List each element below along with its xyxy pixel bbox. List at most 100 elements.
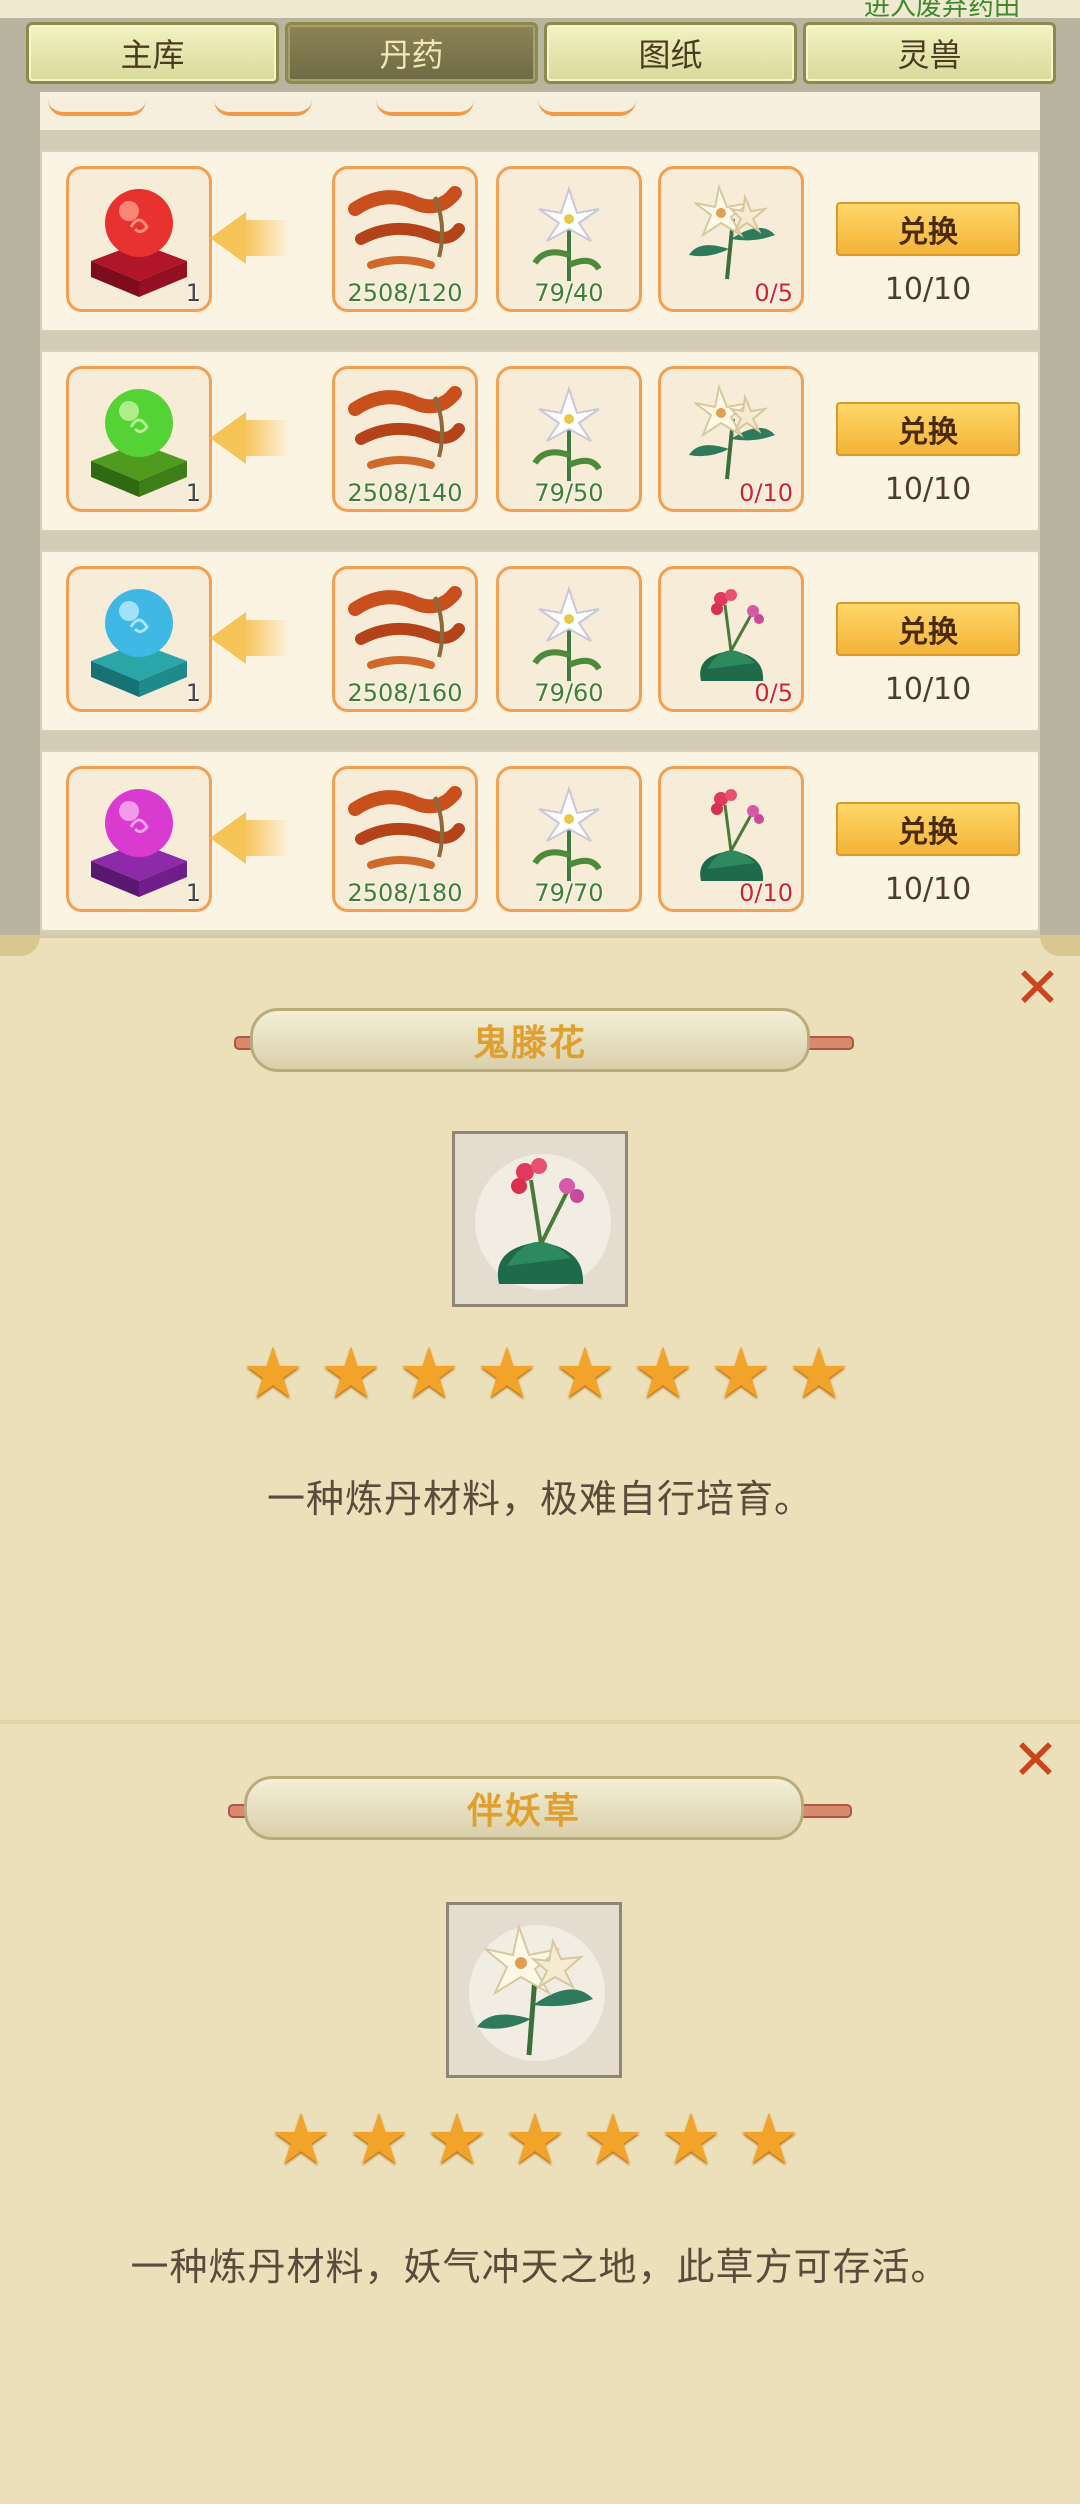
exchange-limit: 10/10: [884, 672, 972, 707]
white-lily-icon: [532, 185, 602, 281]
reward-count: 1: [185, 879, 201, 907]
cost-qty: 79/60: [534, 679, 604, 707]
arrow-left-icon: [210, 812, 246, 864]
star-icon: ★: [503, 2098, 567, 2180]
cost-slot[interactable]: 2508/180: [332, 766, 478, 912]
cost-qty-short: 0/5: [754, 279, 793, 307]
exchange-shop-panel: 进入废弃药田 主库 丹药 图纸 灵兽 1 2508/120 79/40 0/5 …: [0, 0, 1080, 935]
slot-edge: [48, 100, 146, 116]
white-lily-icon: [532, 585, 602, 681]
cost-slot[interactable]: 79/70: [496, 766, 642, 912]
cost-qty: 2508/140: [347, 479, 463, 507]
arrow-tail: [244, 620, 290, 656]
tab-pills[interactable]: 丹药: [285, 22, 538, 84]
banyao-herb-icon: [689, 383, 775, 480]
exchange-button[interactable]: 兑换: [836, 602, 1020, 656]
star-icon: ★: [631, 1332, 695, 1414]
cost-qty-short: 0/10: [739, 879, 793, 907]
cost-qty: 79/70: [534, 879, 604, 907]
exchange-limit: 10/10: [884, 872, 972, 907]
item-description: 一种炼丹材料，妖气冲天之地，此草方可存活。: [130, 2245, 950, 2289]
exchange-list[interactable]: 1 2508/120 79/40 0/5 兑换 10/10 1 2508/140…: [40, 92, 1040, 935]
item-title: 鬼滕花: [250, 1008, 810, 1072]
tab-spirit-beasts[interactable]: 灵兽: [803, 22, 1056, 84]
guiteng-flower-icon: [700, 789, 764, 881]
banyao-herb-icon: [477, 1923, 593, 2056]
exchange-button[interactable]: 兑换: [836, 802, 1020, 856]
cost-qty: 2508/160: [347, 679, 463, 707]
reward-slot[interactable]: 1: [66, 566, 212, 712]
slot-edge: [538, 100, 636, 116]
exchange-row: 1 2508/120 79/40 0/5 兑换 10/10: [40, 150, 1040, 332]
arrow-left-icon: [210, 412, 246, 464]
guiteng-flower-icon: [700, 589, 764, 681]
exchange-row: 1 2508/180 79/70 0/10 兑换 10/10: [40, 750, 1040, 932]
header-partial-text: 进入废弃药田: [863, 0, 1020, 22]
close-icon[interactable]: ✕: [1012, 1733, 1059, 1789]
exchange-limit: 10/10: [884, 272, 972, 307]
white-lily-icon: [532, 385, 602, 481]
arrow-left-icon: [210, 612, 246, 664]
exchange-button[interactable]: 兑换: [836, 202, 1020, 256]
cost-slot[interactable]: 2508/120: [332, 166, 478, 312]
star-icon: ★: [241, 1332, 305, 1414]
item-description: 一种炼丹材料，极难自行培育。: [266, 1477, 813, 1521]
guiteng-flower-icon: [497, 1158, 584, 1284]
cost-slot[interactable]: 79/50: [496, 366, 642, 512]
reward-count: 1: [185, 479, 201, 507]
cost-qty: 79/40: [534, 279, 604, 307]
cost-slot[interactable]: 2508/140: [332, 366, 478, 512]
star-icon: ★: [347, 2098, 411, 2180]
category-tabs: 主库 丹药 图纸 灵兽: [26, 22, 1056, 88]
star-icon: ★: [737, 2098, 801, 2180]
close-icon[interactable]: ✕: [1014, 961, 1061, 1017]
popup-corner: [1040, 936, 1080, 956]
ginseng-root-icon: [348, 186, 465, 269]
reward-count: 1: [185, 279, 201, 307]
arrow-tail: [244, 820, 290, 856]
star-icon: ★: [397, 1332, 461, 1414]
star-rating: ★ ★ ★ ★ ★ ★ ★: [266, 2104, 804, 2174]
previous-row-edge: [40, 92, 1040, 133]
item-icon-frame: [446, 1902, 622, 2078]
cost-qty: 2508/120: [347, 279, 463, 307]
cost-slot[interactable]: 0/5: [658, 166, 804, 312]
star-icon: ★: [475, 1332, 539, 1414]
exchange-button[interactable]: 兑换: [836, 402, 1020, 456]
arrow-tail: [244, 220, 290, 256]
cost-qty: 2508/180: [347, 879, 463, 907]
cost-qty: 79/50: [534, 479, 604, 507]
cost-slot[interactable]: 0/10: [658, 766, 804, 912]
cost-qty-short: 0/10: [739, 479, 793, 507]
star-icon: ★: [553, 1332, 617, 1414]
cost-slot[interactable]: 79/40: [496, 166, 642, 312]
item-icon-frame: [452, 1131, 628, 1307]
reward-slot[interactable]: 1: [66, 766, 212, 912]
star-icon: ★: [709, 1332, 773, 1414]
cost-slot[interactable]: 79/60: [496, 566, 642, 712]
reward-slot[interactable]: 1: [66, 166, 212, 312]
cost-qty-short: 0/5: [754, 679, 793, 707]
star-rating: ★ ★ ★ ★ ★ ★ ★ ★: [238, 1338, 854, 1408]
ginseng-root-icon: [348, 586, 465, 669]
banyao-herb-icon: [689, 183, 775, 280]
exchange-row: 1 2508/160 79/60 0/5 兑换 10/10: [40, 550, 1040, 732]
ginseng-root-icon: [348, 786, 465, 869]
slot-edge: [376, 100, 474, 116]
exchange-limit: 10/10: [884, 472, 972, 507]
white-lily-icon: [532, 785, 602, 881]
star-icon: ★: [787, 1332, 851, 1414]
item-detail-popup: ✕ 鬼滕花 ★ ★ ★ ★ ★ ★ ★ ★ 一种炼丹材料，极难自行培育。: [0, 935, 1080, 1720]
item-detail-popup: ✕ 伴妖草 ★ ★ ★ ★ ★ ★ ★ 一种炼丹材料，妖气冲天之地，此草方可存活…: [0, 1720, 1080, 2504]
popup-corner: [0, 936, 40, 956]
cost-slot[interactable]: 0/10: [658, 366, 804, 512]
arrow-tail: [244, 420, 290, 456]
cost-slot[interactable]: 2508/160: [332, 566, 478, 712]
cost-slot[interactable]: 0/5: [658, 566, 804, 712]
tab-main-library[interactable]: 主库: [26, 22, 279, 84]
reward-slot[interactable]: 1: [66, 366, 212, 512]
arrow-left-icon: [210, 212, 246, 264]
ginseng-root-icon: [348, 386, 465, 469]
star-icon: ★: [269, 2098, 333, 2180]
tab-blueprints[interactable]: 图纸: [544, 22, 797, 84]
